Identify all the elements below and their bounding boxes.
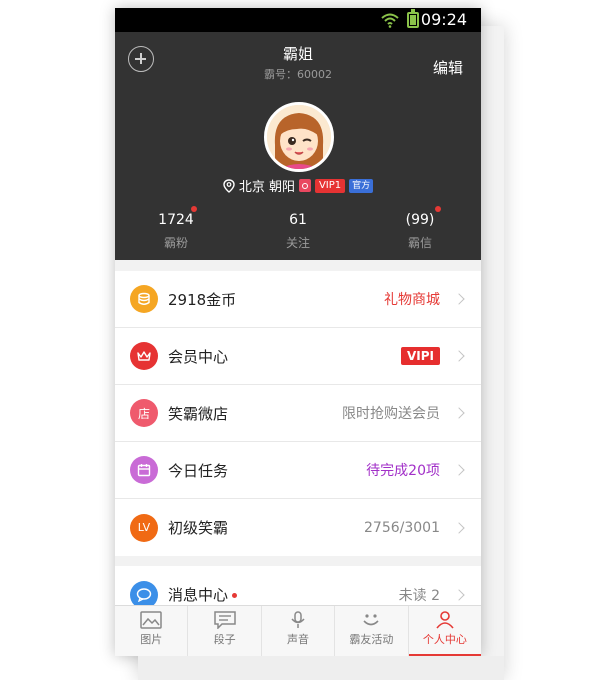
calendar-icon bbox=[130, 456, 158, 484]
menu-item-label: 今日任务 bbox=[168, 461, 229, 480]
vip-badge: VIP1 bbox=[314, 178, 346, 193]
chevron-right-icon bbox=[453, 293, 465, 305]
chevron-right-icon bbox=[453, 588, 465, 601]
unread-dot bbox=[232, 593, 238, 598]
nav-label: 图片 bbox=[140, 633, 163, 646]
menu-item-shop[interactable]: 店 笑霸微店 限时抢购送会员 bbox=[115, 385, 481, 442]
stats-row: 1724 霸粉 61 关注 (99) 霸信 bbox=[115, 206, 481, 251]
nav-label: 霸友活动 bbox=[349, 633, 394, 646]
coin-icon bbox=[130, 285, 158, 313]
level-progress-text: 2756/3001 bbox=[364, 519, 440, 536]
profile-header: 霸姐 霸号：60002 编辑 北京 朝阳 VIP1 官方 1724 霸粉 61 … bbox=[115, 32, 481, 260]
stat-following-value: 61 bbox=[289, 212, 307, 228]
phone-screen: 09:24 霸姐 霸号：60002 编辑 北京 朝阳 VIP1 官方 1724 … bbox=[115, 8, 481, 656]
edit-button[interactable]: 编辑 bbox=[433, 57, 463, 78]
nav-item-images[interactable]: 图片 bbox=[115, 606, 189, 656]
level-icon: LV bbox=[130, 513, 158, 542]
vip-level-badge: VIPI bbox=[400, 347, 440, 365]
stat-messages-value: (99) bbox=[405, 212, 435, 228]
location-row: 北京 朝阳 VIP1 官方 bbox=[115, 176, 481, 195]
menu-item-level[interactable]: LV 初级笑霸 2756/3001 bbox=[115, 499, 481, 556]
nav-label: 个人中心 bbox=[422, 633, 467, 646]
stat-fans[interactable]: 1724 霸粉 bbox=[115, 206, 237, 251]
stat-fans-label: 霸粉 bbox=[163, 236, 188, 250]
chevron-right-icon bbox=[453, 521, 465, 534]
avatar[interactable] bbox=[264, 102, 334, 172]
bottom-nav: 图片 段子 声音 霸友活动 个人中心 bbox=[115, 605, 481, 656]
location-text: 北京 朝阳 bbox=[238, 180, 295, 195]
nav-item-audio[interactable]: 声音 bbox=[262, 606, 336, 656]
notification-dot bbox=[191, 206, 197, 212]
location-pin-icon bbox=[223, 178, 235, 193]
menu-item-label: 2918金币 bbox=[168, 290, 237, 309]
messages-label: 消息中心 bbox=[168, 586, 229, 604]
menu-item-membership[interactable]: 会员中心 VIPI bbox=[115, 328, 481, 385]
mic-icon bbox=[291, 611, 305, 628]
text-icon bbox=[213, 611, 236, 629]
stat-following-label: 关注 bbox=[285, 236, 310, 250]
notification-dot bbox=[435, 206, 441, 212]
avatar-girl-icon bbox=[267, 105, 331, 169]
chevron-right-icon bbox=[453, 350, 465, 362]
page-title: 霸姐 bbox=[282, 45, 313, 63]
shop-promo-text: 限时抢购送会员 bbox=[342, 406, 440, 422]
stat-messages[interactable]: (99) 霸信 bbox=[359, 206, 481, 251]
menu-item-label: 笑霸微店 bbox=[168, 404, 229, 423]
stat-following[interactable]: 61 关注 bbox=[237, 212, 359, 251]
nav-label: 声音 bbox=[287, 633, 310, 646]
crown-icon bbox=[130, 342, 158, 370]
background-phone-nav bbox=[138, 656, 504, 680]
shop-icon: 店 bbox=[130, 399, 158, 427]
menu-item-coins[interactable]: 2918金币 礼物商城 bbox=[115, 271, 481, 328]
nav-item-events[interactable]: 霸友活动 bbox=[335, 606, 409, 656]
nav-item-profile[interactable]: 个人中心 bbox=[408, 606, 481, 656]
nav-item-jokes[interactable]: 段子 bbox=[188, 606, 262, 656]
chevron-right-icon bbox=[453, 464, 465, 476]
user-id: 霸号：60002 bbox=[264, 68, 332, 81]
unread-count: 未读 2 bbox=[398, 587, 440, 604]
female-icon bbox=[298, 179, 311, 192]
image-icon bbox=[140, 611, 162, 629]
stat-fans-value: 1724 bbox=[158, 212, 194, 228]
menu-item-label: 会员中心 bbox=[168, 347, 229, 366]
menu-item-label: 消息中心 bbox=[168, 584, 238, 605]
menu-group: 2918金币 礼物商城 会员中心 VIPI 店 笑霸微店 限时抢购送会员 今日任… bbox=[115, 271, 481, 556]
battery-icon bbox=[407, 9, 419, 28]
status-bar: 09:24 bbox=[115, 8, 481, 32]
status-time: 09:24 bbox=[420, 10, 467, 29]
menu-item-tasks[interactable]: 今日任务 待完成20项 bbox=[115, 442, 481, 499]
person-icon bbox=[436, 611, 454, 629]
official-badge: 官方 bbox=[349, 178, 374, 193]
smile-icon bbox=[363, 614, 379, 626]
nav-label: 段子 bbox=[213, 633, 236, 646]
chevron-right-icon bbox=[453, 407, 465, 419]
menu-item-label: 初级笑霸 bbox=[168, 519, 229, 537]
gift-mall-link[interactable]: 礼物商城 bbox=[384, 289, 440, 309]
wifi-icon bbox=[381, 13, 399, 28]
tasks-pending-text: 待完成20项 bbox=[366, 463, 440, 479]
stat-messages-label: 霸信 bbox=[407, 236, 432, 250]
